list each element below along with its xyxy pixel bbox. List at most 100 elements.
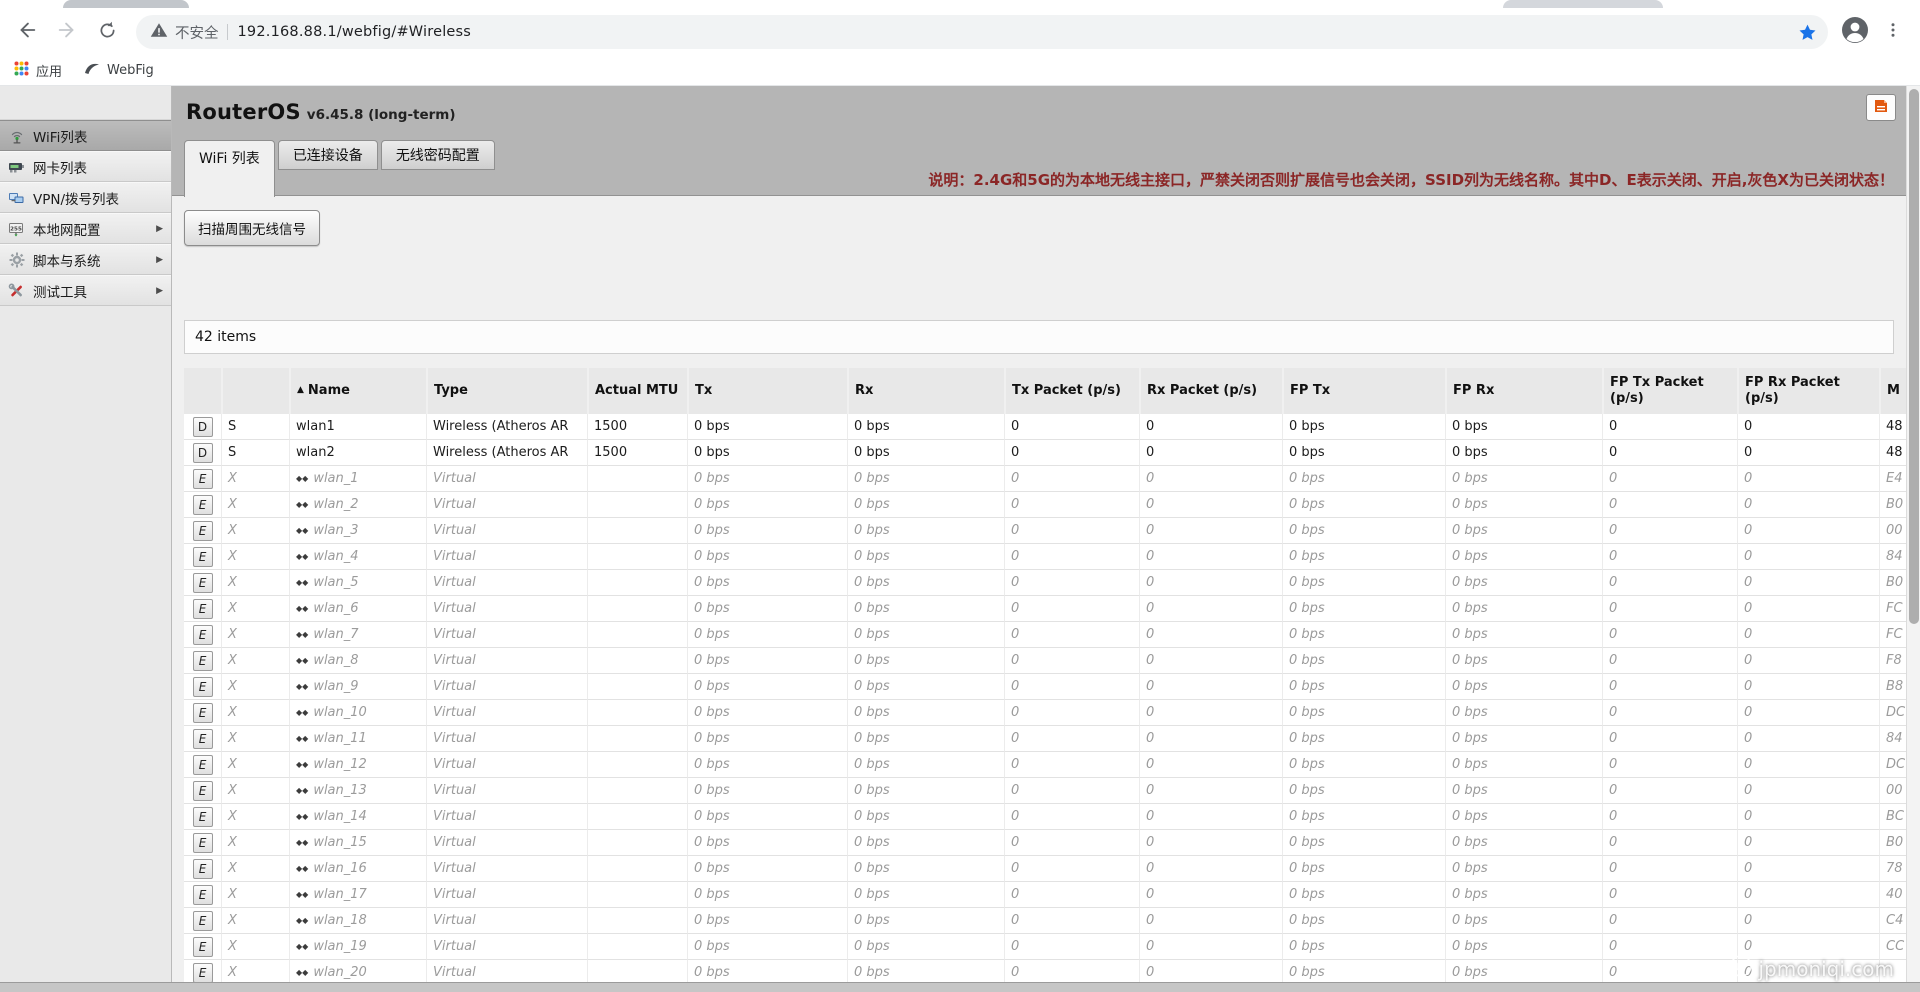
- name-cell[interactable]: ◆◆wlan_10: [289, 700, 426, 726]
- vertical-scrollbar[interactable]: [1906, 86, 1920, 992]
- table-row[interactable]: EX◆◆wlan_9Virtual0 bps0 bps000 bps0 bps0…: [184, 674, 1906, 700]
- enable-button[interactable]: E: [193, 703, 213, 723]
- enable-button[interactable]: E: [193, 937, 213, 957]
- disable-button[interactable]: D: [193, 417, 213, 437]
- sidebar-item-lan-config[interactable]: 255本地网配置▶: [0, 213, 171, 244]
- interface-name[interactable]: wlan_3: [313, 523, 358, 538]
- sidebar-item-scripts-system[interactable]: 脚本与系统▶: [0, 244, 171, 275]
- interface-name[interactable]: wlan1: [296, 419, 335, 434]
- enable-button[interactable]: E: [193, 963, 213, 983]
- interface-name[interactable]: wlan_6: [313, 601, 358, 616]
- table-row[interactable]: EX◆◆wlan_18Virtual0 bps0 bps000 bps0 bps…: [184, 908, 1906, 934]
- name-cell[interactable]: ◆◆wlan_7: [289, 622, 426, 648]
- scan-wireless-button[interactable]: 扫描周围无线信号: [184, 210, 320, 246]
- tab-connected-devices[interactable]: 已连接设备: [278, 140, 378, 170]
- column-header-fp-tx[interactable]: FP Tx: [1282, 368, 1445, 414]
- enable-button[interactable]: E: [193, 833, 213, 853]
- interface-name[interactable]: wlan_11: [313, 731, 367, 746]
- enable-button[interactable]: E: [193, 547, 213, 567]
- interface-name[interactable]: wlan_5: [313, 575, 358, 590]
- table-row[interactable]: EX◆◆wlan_1Virtual0 bps0 bps000 bps0 bps0…: [184, 466, 1906, 492]
- browser-menu-button[interactable]: [1876, 15, 1910, 49]
- table-row[interactable]: EX◆◆wlan_8Virtual0 bps0 bps000 bps0 bps0…: [184, 648, 1906, 674]
- column-header-rx[interactable]: Rx: [847, 368, 1004, 414]
- table-row[interactable]: EX◆◆wlan_11Virtual0 bps0 bps000 bps0 bps…: [184, 726, 1906, 752]
- table-row[interactable]: DSwlan1Wireless (Atheros AR15000 bps0 bp…: [184, 414, 1906, 440]
- browser-tab-sliver[interactable]: [1503, 0, 1663, 8]
- column-header[interactable]: [184, 368, 221, 414]
- forward-button[interactable]: [50, 15, 84, 49]
- table-row[interactable]: EX◆◆wlan_7Virtual0 bps0 bps000 bps0 bps0…: [184, 622, 1906, 648]
- column-header-tx-packet-p-s-[interactable]: Tx Packet (p/s): [1004, 368, 1139, 414]
- back-button[interactable]: [10, 15, 44, 49]
- column-header-rx-packet-p-s-[interactable]: Rx Packet (p/s): [1139, 368, 1282, 414]
- table-row[interactable]: EX◆◆wlan_2Virtual0 bps0 bps000 bps0 bps0…: [184, 492, 1906, 518]
- column-header-actual-mtu[interactable]: Actual MTU: [587, 368, 687, 414]
- interface-name[interactable]: wlan_4: [313, 549, 358, 564]
- interface-name[interactable]: wlan_20: [313, 965, 367, 980]
- table-row[interactable]: DSwlan2Wireless (Atheros AR15000 bps0 bp…: [184, 440, 1906, 466]
- enable-button[interactable]: E: [193, 573, 213, 593]
- name-cell[interactable]: ◆◆wlan_14: [289, 804, 426, 830]
- name-cell[interactable]: ◆◆wlan_13: [289, 778, 426, 804]
- table-row[interactable]: EX◆◆wlan_14Virtual0 bps0 bps000 bps0 bps…: [184, 804, 1906, 830]
- table-row[interactable]: EX◆◆wlan_6Virtual0 bps0 bps000 bps0 bps0…: [184, 596, 1906, 622]
- enable-button[interactable]: E: [193, 677, 213, 697]
- enable-button[interactable]: E: [193, 469, 213, 489]
- column-header-m[interactable]: M: [1879, 368, 1906, 414]
- sidebar-item-vpn-dial-list[interactable]: VPN/拨号列表: [0, 182, 171, 213]
- address-bar[interactable]: 不安全 192.168.88.1/webfig/#Wireless: [136, 15, 1828, 49]
- name-cell[interactable]: ◆◆wlan_6: [289, 596, 426, 622]
- browser-tab-sliver[interactable]: [63, 0, 189, 8]
- interface-name[interactable]: wlan_16: [313, 861, 367, 876]
- enable-button[interactable]: E: [193, 521, 213, 541]
- enable-button[interactable]: E: [193, 807, 213, 827]
- interface-name[interactable]: wlan_17: [313, 887, 367, 902]
- interface-name[interactable]: wlan_2: [313, 497, 358, 512]
- table-row[interactable]: EX◆◆wlan_17Virtual0 bps0 bps000 bps0 bps…: [184, 882, 1906, 908]
- name-cell[interactable]: ◆◆wlan_4: [289, 544, 426, 570]
- bookmark-apps[interactable]: 应用: [14, 61, 62, 80]
- sidebar-item-nic-list[interactable]: 网卡列表: [0, 151, 171, 182]
- table-row[interactable]: EX◆◆wlan_16Virtual0 bps0 bps000 bps0 bps…: [184, 856, 1906, 882]
- bookmark-webfig[interactable]: WebFig: [84, 61, 154, 81]
- table-row[interactable]: EX◆◆wlan_13Virtual0 bps0 bps000 bps0 bps…: [184, 778, 1906, 804]
- column-header-fp-rx-packet-p-s-[interactable]: FP Rx Packet (p/s): [1737, 368, 1879, 414]
- name-cell[interactable]: ◆◆wlan_5: [289, 570, 426, 596]
- enable-button[interactable]: E: [193, 495, 213, 515]
- table-row[interactable]: EX◆◆wlan_5Virtual0 bps0 bps000 bps0 bps0…: [184, 570, 1906, 596]
- enable-button[interactable]: E: [193, 599, 213, 619]
- url-text[interactable]: 192.168.88.1/webfig/#Wireless: [238, 24, 1793, 40]
- scrollbar-thumb[interactable]: [1909, 89, 1919, 624]
- table-row[interactable]: EX◆◆wlan_12Virtual0 bps0 bps000 bps0 bps…: [184, 752, 1906, 778]
- interface-name[interactable]: wlan_9: [313, 679, 358, 694]
- column-header-fp-tx-packet-p-s-[interactable]: FP Tx Packet (p/s): [1602, 368, 1737, 414]
- table-row[interactable]: EX◆◆wlan_15Virtual0 bps0 bps000 bps0 bps…: [184, 830, 1906, 856]
- name-cell[interactable]: ◆◆wlan_2: [289, 492, 426, 518]
- interface-name[interactable]: wlan_7: [313, 627, 358, 642]
- interface-name[interactable]: wlan_13: [313, 783, 367, 798]
- interface-name[interactable]: wlan_14: [313, 809, 367, 824]
- enable-button[interactable]: E: [193, 625, 213, 645]
- enable-button[interactable]: E: [193, 885, 213, 905]
- tab-wifi-list[interactable]: WiFi 列表: [184, 140, 275, 197]
- enable-button[interactable]: E: [193, 755, 213, 775]
- name-cell[interactable]: ◆◆wlan_8: [289, 648, 426, 674]
- sidebar-item-test-tools[interactable]: 测试工具▶: [0, 275, 171, 306]
- interface-name[interactable]: wlan_18: [313, 913, 367, 928]
- name-cell[interactable]: wlan1: [289, 414, 426, 440]
- interface-name[interactable]: wlan_10: [313, 705, 367, 720]
- name-cell[interactable]: ◆◆wlan_15: [289, 830, 426, 856]
- table-row[interactable]: EX◆◆wlan_10Virtual0 bps0 bps000 bps0 bps…: [184, 700, 1906, 726]
- enable-button[interactable]: E: [193, 911, 213, 931]
- name-cell[interactable]: ◆◆wlan_3: [289, 518, 426, 544]
- enable-button[interactable]: E: [193, 729, 213, 749]
- interface-name[interactable]: wlan2: [296, 445, 335, 460]
- reload-button[interactable]: [90, 15, 124, 49]
- interface-name[interactable]: wlan_19: [313, 939, 367, 954]
- table-row[interactable]: EX◆◆wlan_19Virtual0 bps0 bps000 bps0 bps…: [184, 934, 1906, 960]
- tab-wireless-password[interactable]: 无线密码配置: [381, 140, 495, 170]
- table-row[interactable]: EX◆◆wlan_3Virtual0 bps0 bps000 bps0 bps0…: [184, 518, 1906, 544]
- name-cell[interactable]: ◆◆wlan_19: [289, 934, 426, 960]
- column-header-tx[interactable]: Tx: [687, 368, 847, 414]
